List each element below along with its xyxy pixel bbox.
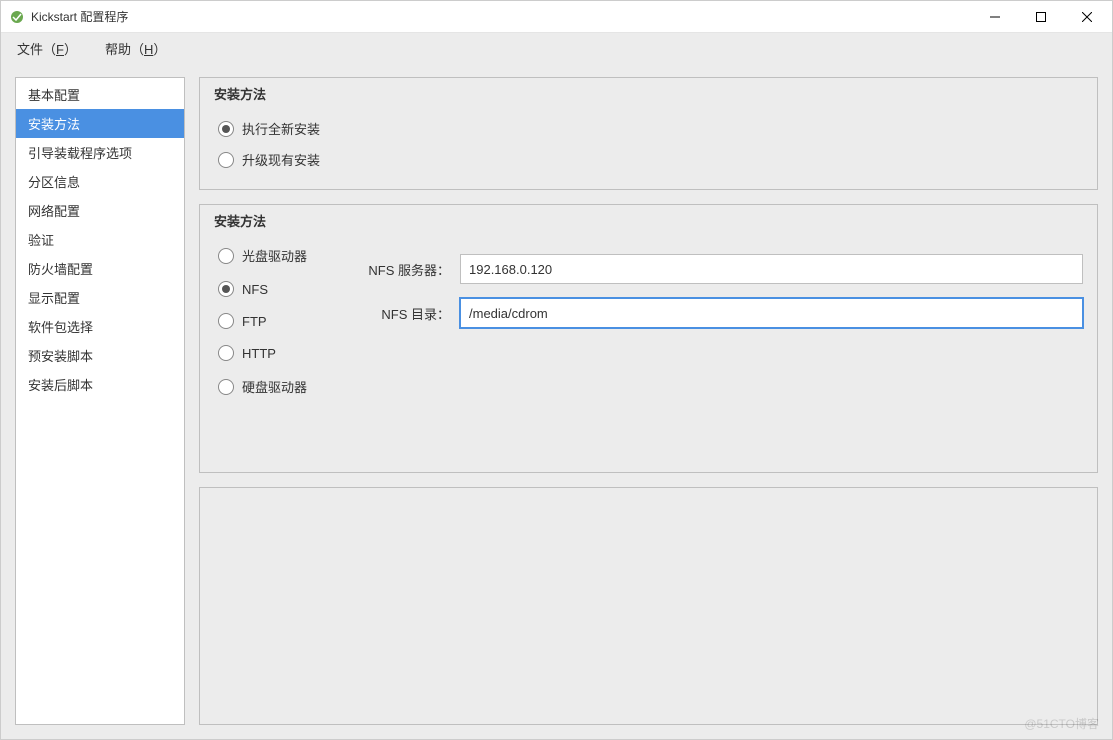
menubar: 文件（F） 帮助（H） (1, 33, 1112, 63)
sidebar-item-partition[interactable]: 分区信息 (16, 167, 184, 196)
radio-label: 光盘驱动器 (242, 246, 307, 265)
radio-http[interactable]: HTTP (214, 339, 334, 367)
nfs-dir-label: NFS 目录： (350, 304, 450, 323)
sidebar-item-install-method[interactable]: 安装方法 (16, 109, 184, 138)
radio-label: NFS (242, 282, 268, 297)
radio-label: HTTP (242, 346, 276, 361)
close-button[interactable] (1064, 2, 1110, 32)
sidebar-item-display[interactable]: 显示配置 (16, 283, 184, 312)
radio-harddrive[interactable]: 硬盘驱动器 (214, 371, 334, 402)
app-icon (9, 9, 25, 25)
titlebar: Kickstart 配置程序 (1, 1, 1112, 33)
install-type-title: 安装方法 (214, 78, 1083, 113)
nfs-dir-row: NFS 目录： (350, 298, 1083, 328)
radio-icon (218, 345, 234, 361)
window-title: Kickstart 配置程序 (31, 8, 972, 25)
method-fields: NFS 服务器： NFS 目录： (350, 240, 1083, 328)
sidebar-item-basic[interactable]: 基本配置 (16, 80, 184, 109)
menu-help[interactable]: 帮助（H） (105, 39, 166, 58)
radio-upgrade-install[interactable]: 升级现有安装 (214, 144, 1083, 175)
install-type-group: 安装方法 执行全新安装 升级现有安装 (199, 77, 1098, 190)
radio-icon (218, 281, 234, 297)
sidebar-item-auth[interactable]: 验证 (16, 225, 184, 254)
radio-icon (218, 379, 234, 395)
radio-label: 执行全新安装 (242, 119, 320, 138)
install-method-group: 安装方法 光盘驱动器 NFS FTP (199, 204, 1098, 473)
maximize-button[interactable] (1018, 2, 1064, 32)
nfs-server-label: NFS 服务器： (350, 260, 450, 279)
minimize-button[interactable] (972, 2, 1018, 32)
sidebar-item-network[interactable]: 网络配置 (16, 196, 184, 225)
watermark: @51CTO博客 (1024, 715, 1099, 732)
radio-label: 硬盘驱动器 (242, 377, 307, 396)
radio-icon (218, 152, 234, 168)
radio-nfs[interactable]: NFS (214, 275, 334, 303)
menu-file[interactable]: 文件（F） (17, 39, 77, 58)
sidebar-item-pre-script[interactable]: 预安装脚本 (16, 341, 184, 370)
nfs-server-row: NFS 服务器： (350, 254, 1083, 284)
method-radios: 光盘驱动器 NFS FTP HTTP (214, 240, 334, 402)
main-panel: 安装方法 执行全新安装 升级现有安装 安装方法 光盘驱动器 (199, 77, 1098, 725)
sidebar-item-post-script[interactable]: 安装后脚本 (16, 370, 184, 399)
radio-label: 升级现有安装 (242, 150, 320, 169)
content-area: 基本配置 安装方法 引导装载程序选项 分区信息 网络配置 验证 防火墙配置 显示… (1, 63, 1112, 739)
method-body: 光盘驱动器 NFS FTP HTTP (214, 240, 1083, 402)
radio-icon (218, 313, 234, 329)
radio-fresh-install[interactable]: 执行全新安装 (214, 113, 1083, 144)
sidebar: 基本配置 安装方法 引导装载程序选项 分区信息 网络配置 验证 防火墙配置 显示… (15, 77, 185, 725)
radio-label: FTP (242, 314, 267, 329)
install-method-title: 安装方法 (214, 205, 1083, 240)
sidebar-item-packages[interactable]: 软件包选择 (16, 312, 184, 341)
nfs-dir-input[interactable] (460, 298, 1083, 328)
sidebar-item-bootloader[interactable]: 引导装载程序选项 (16, 138, 184, 167)
window-controls (972, 2, 1110, 32)
radio-cdrom[interactable]: 光盘驱动器 (214, 240, 334, 271)
application-window: Kickstart 配置程序 文件（F） 帮助（H） 基本配置 安装方法 引导装… (0, 0, 1113, 740)
empty-panel (199, 487, 1098, 725)
radio-icon (218, 121, 234, 137)
radio-icon (218, 248, 234, 264)
nfs-server-input[interactable] (460, 254, 1083, 284)
radio-ftp[interactable]: FTP (214, 307, 334, 335)
sidebar-item-firewall[interactable]: 防火墙配置 (16, 254, 184, 283)
